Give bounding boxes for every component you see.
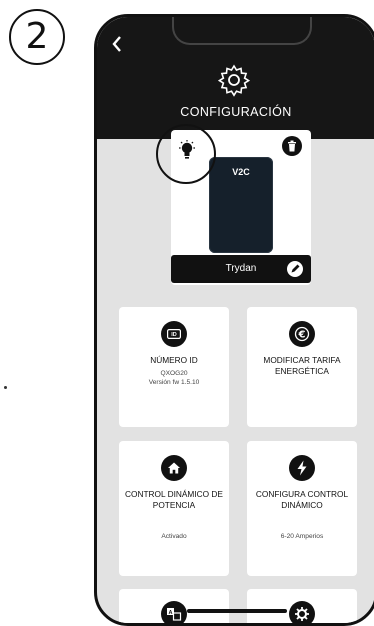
card-label: CONFIGURA CONTROL DINÁMICO — [255, 489, 349, 510]
trash-icon — [288, 140, 296, 152]
device-name-bar[interactable]: Trydan — [171, 255, 311, 283]
edit-button[interactable] — [287, 261, 303, 277]
card-label: CONTROL DINÁMICO DE POTENCIA — [125, 489, 223, 510]
home-icon — [161, 455, 187, 481]
charger-image: V2C — [209, 157, 273, 253]
home-indicator — [187, 609, 287, 613]
delete-button[interactable] — [282, 136, 302, 156]
phone-notch — [172, 17, 312, 45]
svg-text:ID: ID — [171, 332, 177, 338]
firmware-version: Versión fw 1.5.10 — [148, 379, 200, 386]
card-status: Activado — [161, 533, 187, 540]
phone-frame: CONFIGURACIÓN V2C Trydan ID NÚMERO ID QX… — [94, 14, 374, 626]
gear-icon — [217, 64, 251, 97]
card-advanced-settings[interactable] — [247, 589, 357, 623]
charger-badge: V2C — [232, 167, 250, 177]
svg-text:A: A — [169, 610, 173, 616]
card-id-number[interactable]: ID NÚMERO ID QXOG20 Versión fw 1.5.10 — [119, 307, 229, 427]
card-energy-tariff[interactable]: € MODIFICAR TARIFA ENERGÉTICA — [247, 307, 357, 427]
dot — [4, 386, 7, 389]
card-sub: QXOG20 — [160, 370, 188, 377]
card-label: NÚMERO ID — [150, 355, 198, 365]
pencil-icon — [291, 264, 300, 273]
page-title: CONFIGURACIÓN — [180, 105, 292, 119]
id-icon: ID — [161, 321, 187, 347]
card-language[interactable]: A — [119, 589, 229, 623]
translate-icon: A — [161, 601, 187, 623]
lightning-icon — [289, 455, 315, 481]
card-label: MODIFICAR TARIFA ENERGÉTICA — [263, 355, 341, 376]
card-dynamic-power-control[interactable]: CONTROL DINÁMICO DE POTENCIA Activado — [119, 441, 229, 576]
lightbulb-icon[interactable] — [178, 140, 196, 162]
header: CONFIGURACIÓN — [97, 17, 374, 139]
step-number: 2 — [9, 9, 65, 65]
back-button[interactable] — [111, 35, 123, 58]
euro-icon: € — [289, 321, 315, 347]
settings-icon — [289, 601, 315, 623]
svg-text:€: € — [298, 330, 306, 341]
card-configure-dynamic-control[interactable]: CONFIGURA CONTROL DINÁMICO 6-20 Amperios — [247, 441, 357, 576]
card-range: 6-20 Amperios — [280, 533, 324, 540]
chevron-left-icon — [112, 36, 121, 52]
